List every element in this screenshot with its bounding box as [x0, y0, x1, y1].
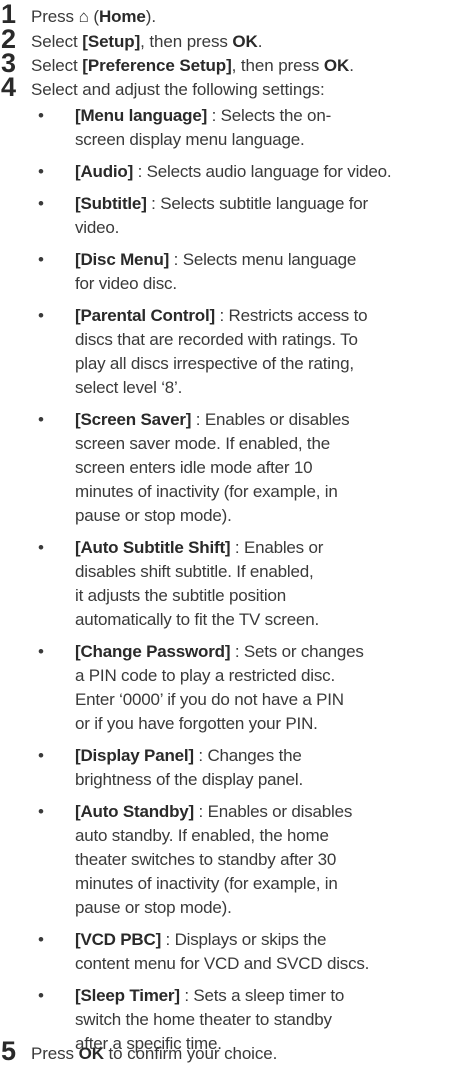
step-text: Select [Preference Setup], then press OK…: [31, 56, 354, 75]
list-item: • [Disc Menu] : Selects menu language for…: [38, 250, 357, 293]
bullet-icon: •: [38, 642, 44, 661]
bullet-icon: •: [38, 106, 44, 125]
bullet-icon: •: [38, 194, 44, 213]
step-number: 4: [1, 72, 17, 102]
setting-label: [Screen Saver]: [75, 410, 192, 429]
step-text: Select and adjust the following settings…: [31, 80, 325, 99]
bullet-icon: •: [38, 746, 44, 765]
list-item: • [Screen Saver] : Enables or disables sc…: [38, 410, 350, 525]
step-text: Select [Setup], then press OK.: [31, 32, 263, 51]
setting-label: [Auto Subtitle Shift]: [75, 538, 231, 557]
bullet-icon: •: [38, 410, 44, 429]
bullet-icon: •: [38, 250, 44, 269]
list-item: • [Auto Standby] : Enables or disables au…: [38, 802, 353, 917]
settings-list: • [Menu language] : Selects the on-scree…: [0, 104, 465, 1064]
setting-label: [Menu language]: [75, 106, 208, 125]
step-number: 5: [1, 1036, 17, 1066]
list-item: • [Subtitle] : Selects subtitle language…: [38, 194, 369, 237]
bullet-icon: •: [38, 162, 44, 181]
setting-label: [Subtitle]: [75, 194, 147, 213]
bullet-icon: •: [38, 930, 44, 949]
setting-label: [VCD PBC]: [75, 930, 162, 949]
setting-label: [Display Panel]: [75, 746, 194, 765]
bullet-icon: •: [38, 986, 44, 1005]
bullet-icon: •: [38, 538, 44, 557]
step-text: Press ⌂ (Home).: [31, 7, 156, 26]
bullet-icon: •: [38, 306, 44, 325]
setting-label: [Sleep Timer]: [75, 986, 180, 1005]
list-item: • [Menu language] : Selects the on-scree…: [38, 106, 332, 149]
setting-label: [Audio]: [75, 162, 134, 181]
list-item: • [Parental Control] : Restricts access …: [38, 306, 368, 397]
setting-label: [Auto Standby]: [75, 802, 195, 821]
home-icon: ⌂: [78, 7, 89, 26]
setting-label: [Disc Menu]: [75, 250, 170, 269]
list-item: • [Auto Subtitle Shift] : Enables or disa…: [38, 538, 324, 629]
list-item: • [Change Password] : Sets or changes a P…: [38, 642, 364, 733]
step-text: Press OK to confirm your choice.: [31, 1044, 278, 1063]
bullet-icon: •: [38, 802, 44, 821]
list-item: • [Audio] : Selects audio language for v…: [0, 160, 465, 184]
setting-label: [Parental Control]: [75, 306, 215, 325]
instruction-page: 1 Press ⌂ (Home). 2 Select [Setup], then…: [0, 0, 465, 1071]
list-item: • [Display Panel] : Changes the brightnes…: [38, 746, 303, 789]
setting-label: [Change Password]: [75, 642, 231, 661]
list-item: • [VCD PBC] : Displays or skips the conte…: [38, 930, 370, 973]
